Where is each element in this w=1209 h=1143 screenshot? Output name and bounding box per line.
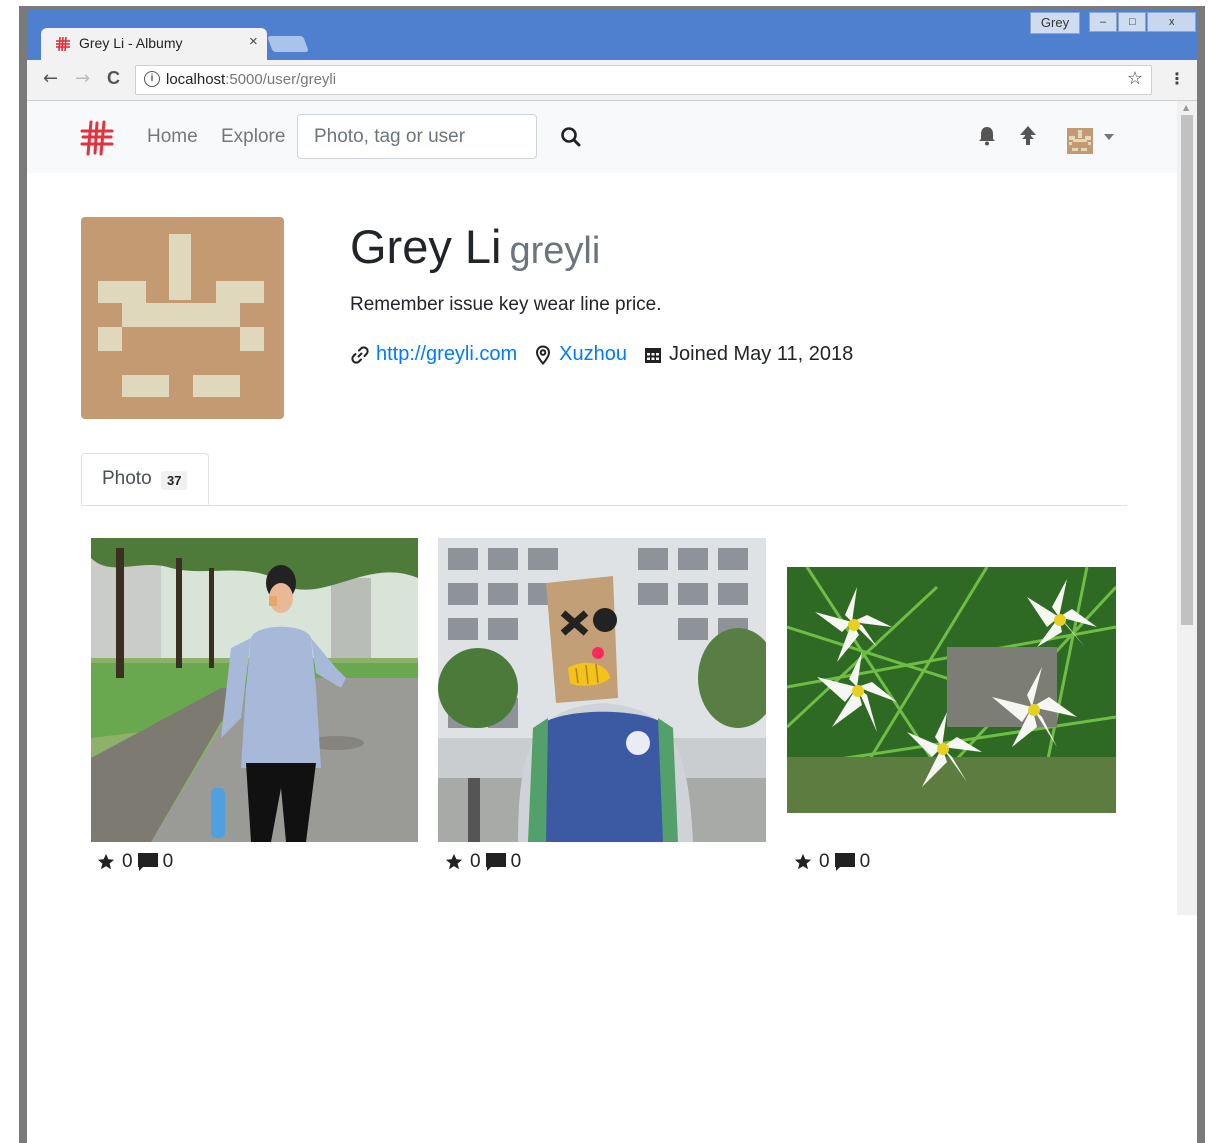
user-avatar-icon[interactable] <box>1067 128 1093 154</box>
window-frame-left <box>19 6 27 1143</box>
search-icon[interactable] <box>560 126 582 148</box>
profile-location-link[interactable]: Xuzhou <box>559 343 627 366</box>
photo-thumbnail[interactable] <box>438 538 766 842</box>
profile-username: greyli <box>509 230 601 272</box>
scrollbar-thumb[interactable] <box>1181 115 1193 625</box>
tab-photo-label: Photo <box>102 468 152 489</box>
photo-stats: 0 0 <box>97 851 173 873</box>
window-controls: – □ x <box>1089 12 1197 32</box>
address-bar[interactable]: i localhost:5000/user/greyli ☆ <box>135 65 1152 95</box>
bookmark-star-icon[interactable]: ☆ <box>1127 68 1143 89</box>
window-frame-right <box>1197 6 1205 1143</box>
profile-joined-date: Joined May 11, 2018 <box>669 343 854 365</box>
profile-website-link[interactable]: http://greyli.com <box>376 343 517 366</box>
url-text: localhost:5000/user/greyli <box>166 71 336 88</box>
albumy-favicon-icon <box>56 36 70 52</box>
tab-title: Grey Li - Albumy <box>79 35 183 51</box>
calendar-icon <box>645 347 662 363</box>
close-window-button[interactable]: x <box>1147 12 1196 32</box>
profile-chip[interactable]: Grey <box>1030 12 1080 34</box>
star-icon[interactable] <box>794 853 812 871</box>
scroll-up-icon[interactable]: ▲ <box>1183 103 1189 112</box>
url-host: localhost <box>166 71 226 88</box>
photo-stats: 0 0 <box>794 851 870 873</box>
profile-name-heading: Grey Li greyli <box>350 219 600 274</box>
upload-icon[interactable] <box>1017 125 1039 147</box>
site-info-icon[interactable]: i <box>144 71 160 87</box>
browser-tab[interactable]: Grey Li - Albumy × <box>41 28 267 60</box>
browser-toolbar: ← → C i localhost:5000/user/greyli ☆ ⋮ <box>27 60 1197 101</box>
photo-star-count: 0 <box>819 851 830 872</box>
photo-count-badge: 37 <box>161 471 188 490</box>
comment-icon[interactable] <box>485 852 507 872</box>
nav-explore-link[interactable]: Explore <box>221 126 285 148</box>
forward-icon[interactable]: → <box>75 68 90 89</box>
nav-home-link[interactable]: Home <box>147 126 198 148</box>
reload-icon[interactable]: C <box>107 68 120 89</box>
photo-star-count: 0 <box>122 851 133 872</box>
photo-star-count: 0 <box>470 851 481 872</box>
comment-icon[interactable] <box>834 852 856 872</box>
page-scrollbar[interactable]: ▲ <box>1177 101 1197 915</box>
maximize-button[interactable]: □ <box>1118 12 1147 32</box>
minimize-button[interactable]: – <box>1089 12 1118 32</box>
photo-thumbnail[interactable] <box>787 567 1116 813</box>
chevron-down-icon[interactable] <box>1104 134 1114 140</box>
star-icon[interactable] <box>97 853 115 871</box>
photo-comment-count: 0 <box>162 851 174 872</box>
star-icon[interactable] <box>445 853 463 871</box>
browser-window: Grey Li - Albumy × Grey – □ x ← → C i lo… <box>27 10 1197 915</box>
profile-tabs: Photo 37 <box>81 453 1127 506</box>
photo-stats: 0 0 <box>445 851 521 873</box>
profile-name: Grey Li <box>350 220 502 273</box>
profile-meta: http://greyli.com Xuzhou Joined May 11, … <box>350 343 853 366</box>
tab-photo[interactable]: Photo 37 <box>81 453 209 505</box>
albumy-logo-icon[interactable] <box>79 120 115 156</box>
photo-thumbnail[interactable] <box>91 538 418 842</box>
browser-menu-icon[interactable]: ⋮ <box>1169 69 1185 88</box>
comment-icon[interactable] <box>137 852 159 872</box>
photo-comment-count: 0 <box>859 851 871 872</box>
back-icon[interactable]: ← <box>43 68 58 89</box>
new-tab-button[interactable] <box>267 36 309 52</box>
map-marker-icon <box>536 344 551 365</box>
photo-comment-count: 0 <box>510 851 522 872</box>
site-navbar: Home Explore <box>27 101 1177 173</box>
title-bar: Grey Li - Albumy × Grey – □ x <box>27 10 1197 60</box>
bell-icon[interactable] <box>976 125 998 147</box>
url-path: :5000/user/greyli <box>225 71 337 88</box>
search-input[interactable] <box>297 114 537 159</box>
profile-avatar <box>81 217 284 419</box>
tab-close-icon[interactable]: × <box>249 33 258 50</box>
link-icon <box>351 345 369 364</box>
page-viewport: Home Explore Photo, tag or user Grey Li … <box>27 101 1177 915</box>
profile-bio: Remember issue key wear line price. <box>350 294 662 315</box>
